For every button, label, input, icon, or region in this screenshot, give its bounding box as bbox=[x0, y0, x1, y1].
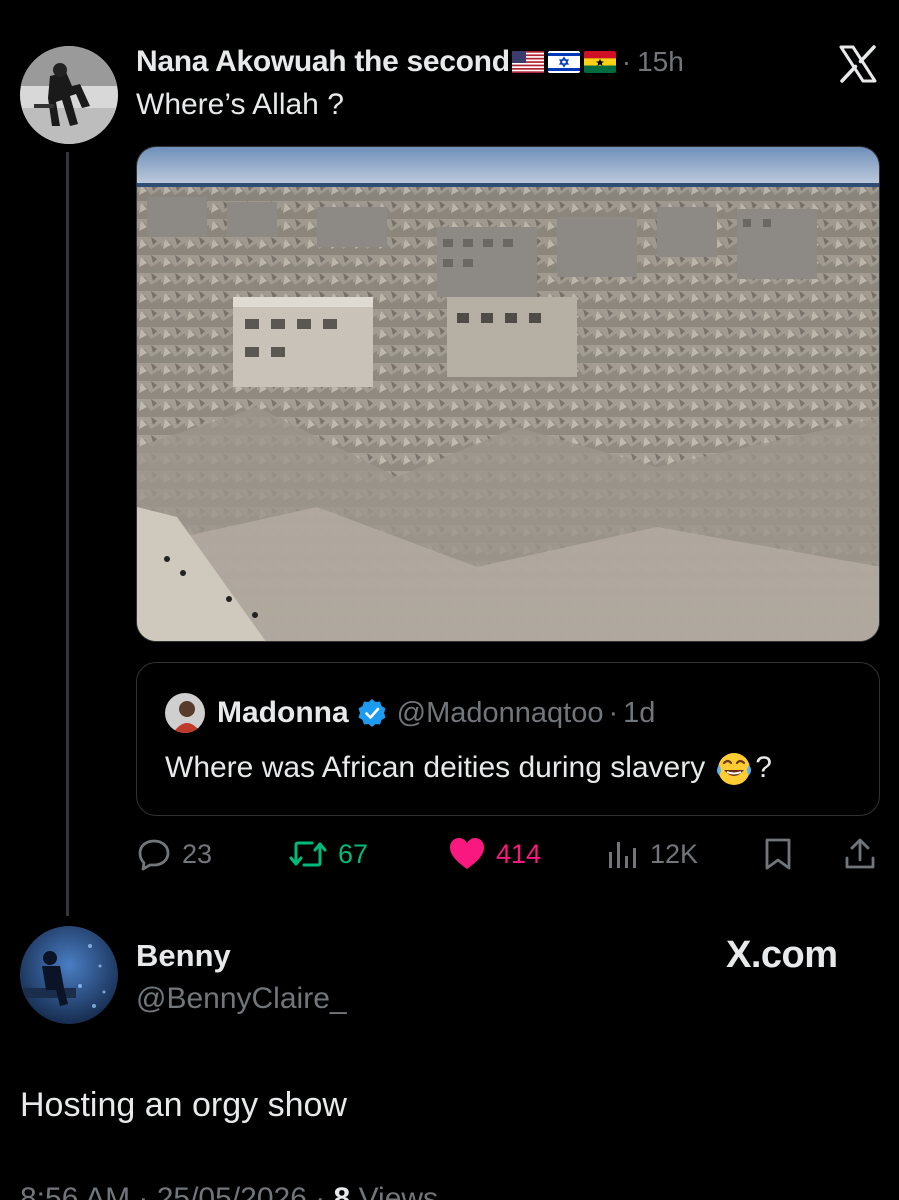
quoted-author-avatar[interactable] bbox=[165, 693, 205, 733]
quoted-author-handle[interactable]: @Madonnaqtoo bbox=[397, 697, 604, 730]
repost-count: 67 bbox=[338, 838, 369, 869]
tweet-media-photo[interactable] bbox=[136, 146, 880, 642]
quoted-text-body: Where was African deities during slavery bbox=[165, 751, 706, 784]
reply-count: 23 bbox=[182, 838, 213, 869]
flag-emojis bbox=[511, 51, 616, 73]
reply-author-name[interactable]: Benny bbox=[136, 938, 231, 974]
reply-tweet-datetime[interactable]: 8:56 AM · 25/05/2026 · bbox=[20, 1182, 334, 1200]
reply-author-handle[interactable]: @BennyClaire_ bbox=[136, 982, 347, 1016]
verified-badge-icon bbox=[358, 699, 386, 727]
reply-author-avatar[interactable] bbox=[20, 926, 118, 1024]
author-avatar[interactable] bbox=[20, 46, 118, 144]
separator-dot: · bbox=[608, 696, 619, 729]
quoted-author-name[interactable]: Madonna bbox=[217, 696, 349, 730]
thread-connector-line bbox=[66, 152, 69, 916]
repost-icon bbox=[289, 841, 327, 867]
israel-flag-icon bbox=[547, 51, 580, 73]
tweet-timestamp[interactable]: 15h bbox=[637, 46, 684, 78]
views-chart-icon bbox=[609, 842, 636, 868]
reply-button[interactable]: 23 bbox=[136, 832, 212, 876]
separator-dot: · bbox=[621, 46, 632, 77]
repost-button[interactable]: 67 bbox=[288, 832, 368, 876]
x-com-brand-label: X.com bbox=[726, 934, 838, 976]
rubble-city-image-icon bbox=[137, 147, 879, 641]
share-icon bbox=[845, 838, 875, 869]
tweet-action-bar: 23 67 414 12K bbox=[136, 832, 880, 876]
like-count: 414 bbox=[496, 838, 542, 869]
tweet-text: Where’s Allah ? bbox=[136, 88, 344, 121]
ghana-flag-icon bbox=[583, 51, 616, 73]
reply-tweet-meta: 8:56 AM · 25/05/2026 · 8 Views bbox=[20, 1182, 438, 1200]
share-button[interactable] bbox=[842, 832, 888, 876]
bookmark-button[interactable] bbox=[762, 832, 804, 876]
author-name[interactable]: Nana Akowuah the second bbox=[136, 45, 510, 79]
reply-views-label: Views bbox=[350, 1182, 439, 1200]
bookmark-icon bbox=[765, 838, 791, 870]
reply-icon bbox=[138, 839, 170, 871]
heart-filled-icon bbox=[450, 838, 484, 869]
avatar-photo-icon bbox=[165, 693, 205, 733]
avatar-photo-icon bbox=[20, 46, 118, 144]
tears-of-joy-emoji-icon bbox=[717, 753, 752, 785]
reply-tweet-text: Hosting an orgy show bbox=[20, 1086, 347, 1124]
quoted-tweet-text: Where was African deities during slavery… bbox=[165, 749, 772, 787]
tweet-header: Nana Akowuah the second · 15h bbox=[136, 44, 684, 80]
views-button[interactable]: 12K bbox=[606, 832, 698, 876]
quoted-tweet[interactable]: Madonna @Madonnaqtoo · 1d Where was Afri… bbox=[136, 662, 880, 816]
quoted-tweet-timestamp[interactable]: 1d bbox=[623, 697, 655, 730]
us-flag-icon bbox=[511, 51, 544, 73]
views-count: 12K bbox=[650, 838, 699, 869]
avatar-photo-icon bbox=[20, 926, 118, 1024]
like-button[interactable]: 414 bbox=[448, 832, 541, 876]
quoted-text-suffix: ? bbox=[755, 751, 772, 784]
quoted-tweet-header: Madonna @Madonnaqtoo · 1d bbox=[217, 695, 655, 731]
x-logo-icon bbox=[838, 44, 878, 84]
x-thread-screenshot: Nana Akowuah the second · 15h Where’s Al… bbox=[0, 0, 899, 1200]
reply-views-count: 8 bbox=[333, 1182, 351, 1200]
